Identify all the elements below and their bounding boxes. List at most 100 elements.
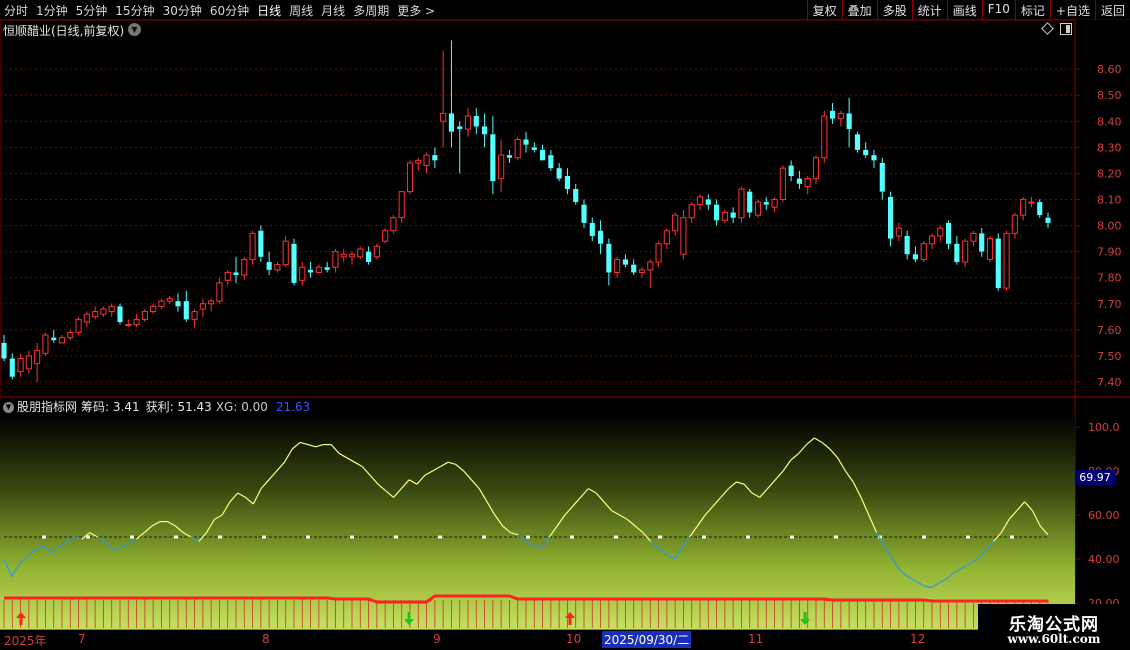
candlestick[interactable]: [1, 335, 7, 362]
candlestick[interactable]: [191, 308, 198, 328]
candlestick[interactable]: [158, 298, 165, 309]
candlestick[interactable]: [747, 189, 753, 218]
candlestick[interactable]: [581, 199, 587, 229]
candlestick[interactable]: [357, 246, 364, 260]
candlestick[interactable]: [655, 241, 662, 268]
candlestick[interactable]: [979, 228, 985, 257]
candlestick[interactable]: [464, 108, 472, 137]
candlestick[interactable]: [1020, 196, 1027, 221]
candlestick[interactable]: [100, 306, 107, 317]
candlestick[interactable]: [42, 332, 49, 356]
candlestick[interactable]: [531, 142, 537, 153]
candlestick[interactable]: [631, 259, 637, 276]
candlestick[interactable]: [241, 256, 248, 281]
candlestick[interactable]: [564, 168, 570, 195]
candlestick[interactable]: [249, 230, 256, 265]
candlestick[interactable]: [490, 116, 496, 195]
candlestick[interactable]: [141, 308, 148, 322]
candlestick[interactable]: [75, 316, 82, 336]
candlestick[interactable]: [448, 40, 454, 148]
candlestick[interactable]: [150, 303, 157, 315]
candlestick[interactable]: [821, 110, 828, 163]
candlestick[interactable]: [175, 293, 181, 312]
candlestick[interactable]: [573, 183, 579, 205]
panel-toggle-icon[interactable]: [1060, 23, 1072, 35]
candlestick[interactable]: [67, 329, 74, 341]
candlestick[interactable]: [863, 142, 869, 158]
candlestick[interactable]: [117, 303, 123, 325]
candlestick[interactable]: [830, 103, 836, 124]
candlestick[interactable]: [51, 329, 57, 343]
candlestick[interactable]: [920, 241, 927, 263]
candlestick[interactable]: [721, 209, 728, 223]
candlestick[interactable]: [216, 277, 223, 304]
title-dropdown-icon[interactable]: ▼: [128, 23, 141, 36]
candlestick[interactable]: [738, 186, 745, 223]
candlestick[interactable]: [9, 353, 15, 380]
candlestick[interactable]: [17, 353, 24, 377]
candlestick[interactable]: [440, 50, 447, 148]
candlestick[interactable]: [638, 267, 646, 278]
candlestick[interactable]: [854, 131, 860, 153]
candlestick[interactable]: [208, 298, 215, 312]
candlestick[interactable]: [696, 194, 704, 210]
candlestick[interactable]: [25, 350, 32, 375]
candlestick[interactable]: [498, 139, 505, 192]
candlestick[interactable]: [83, 311, 90, 328]
candlestick[interactable]: [871, 149, 877, 169]
candlestick[interactable]: [754, 199, 762, 218]
candlestick[interactable]: [340, 249, 347, 263]
candlestick[interactable]: [763, 196, 769, 210]
candlestick[interactable]: [846, 97, 852, 148]
candlestick[interactable]: [672, 212, 679, 236]
candlestick[interactable]: [233, 256, 239, 283]
candlestick[interactable]: [274, 262, 281, 273]
candlestick[interactable]: [680, 209, 687, 260]
candlestick[interactable]: [406, 160, 414, 195]
candlestick[interactable]: [714, 199, 720, 226]
candlestick[interactable]: [995, 233, 1001, 291]
candlestick[interactable]: [946, 220, 952, 249]
candlestick[interactable]: [133, 314, 140, 328]
candlestick[interactable]: [282, 235, 289, 268]
candlestick[interactable]: [348, 251, 356, 265]
candlestick[interactable]: [1011, 212, 1018, 239]
candlestick[interactable]: [954, 235, 960, 265]
candlestick[interactable]: [373, 243, 380, 260]
candlestick[interactable]: [937, 225, 944, 242]
candlestick[interactable]: [398, 191, 405, 223]
candlestick[interactable]: [315, 264, 322, 273]
candlestick[interactable]: [622, 254, 628, 268]
candlestick[interactable]: [1003, 230, 1010, 291]
candlestick[interactable]: [266, 251, 272, 276]
candlestick[interactable]: [928, 233, 936, 249]
candlestick[interactable]: [614, 256, 621, 278]
candlestick[interactable]: [482, 113, 488, 148]
candlestick[interactable]: [432, 147, 438, 169]
candlestick[interactable]: [962, 238, 969, 268]
candlestick[interactable]: [804, 176, 811, 195]
candlestick[interactable]: [299, 262, 306, 286]
candlestick[interactable]: [390, 215, 397, 234]
candlestick[interactable]: [258, 225, 264, 263]
candlestick[interactable]: [556, 162, 562, 182]
candlestick[interactable]: [125, 319, 132, 328]
candlestick[interactable]: [589, 217, 595, 242]
candlestick[interactable]: [771, 196, 778, 213]
candlestick[interactable]: [647, 259, 654, 289]
candlestick[interactable]: [199, 298, 206, 317]
candlestick[interactable]: [423, 152, 430, 174]
candlestick[interactable]: [514, 136, 521, 161]
candlestick[interactable]: [308, 262, 314, 278]
candlestick[interactable]: [688, 202, 695, 223]
candlestick[interactable]: [92, 306, 99, 320]
candlestick[interactable]: [324, 262, 330, 273]
candlestick[interactable]: [366, 246, 372, 265]
candlestick[interactable]: [663, 228, 670, 249]
candlestick[interactable]: [1037, 199, 1043, 218]
candlestick[interactable]: [598, 220, 604, 255]
candlestick[interactable]: [879, 157, 885, 200]
candlestick[interactable]: [332, 249, 339, 273]
candlestick[interactable]: [183, 290, 189, 322]
indicator-name[interactable]: 股朋指标网: [17, 400, 77, 414]
